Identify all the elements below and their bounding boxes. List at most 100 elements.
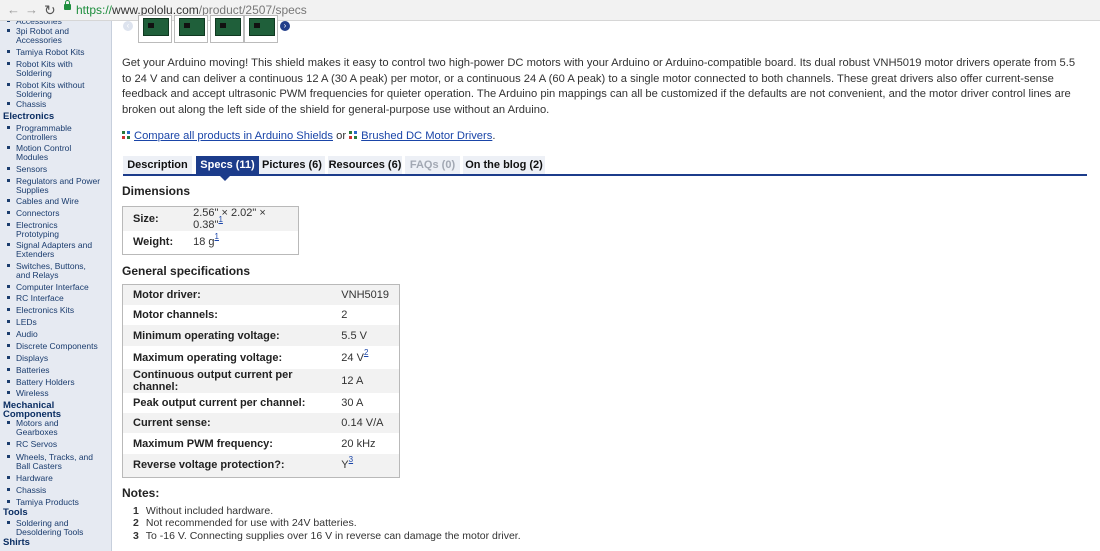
sidebar-item-label: Tamiya Products (16, 497, 79, 507)
bullet-icon (7, 146, 10, 149)
tab-resources[interactable]: Resources (6) (328, 156, 402, 174)
forward-arrow-icon[interactable]: → (25, 2, 38, 18)
bullet-icon (7, 83, 10, 86)
bullet-icon (7, 344, 10, 347)
sidebar-item-label: Cables and Wire (16, 196, 79, 206)
sidebar-item-label: Hardware (16, 473, 53, 483)
bullet-icon (7, 199, 10, 202)
sidebar-item-label: Accessories (16, 21, 62, 26)
footnote-link[interactable]: 1 (218, 215, 222, 224)
spec-value: 20 kHz (341, 437, 376, 450)
bullet-icon (7, 62, 10, 65)
bullet-icon (7, 391, 10, 394)
spec-label: Motor driver: (133, 289, 201, 301)
thumbnail-image[interactable] (244, 15, 278, 43)
note-number: 3 (133, 529, 139, 542)
bullet-icon (7, 243, 10, 246)
dimensions-heading: Dimensions (122, 184, 191, 198)
tab-description[interactable]: Description (123, 156, 192, 174)
note-text: Without included hardware. (145, 505, 274, 517)
compare-or-text: or (336, 130, 347, 142)
compare-period: . (492, 130, 496, 142)
tab-on-the-blog[interactable]: On the blog (2) (463, 156, 545, 174)
bullet-icon (7, 50, 10, 53)
table-row: Size: 2.56" × 2.02" × 0.38"1 (122, 206, 299, 231)
product-thumbnails: ‹ › (123, 15, 293, 43)
tab-pictures[interactable]: Pictures (6) (259, 156, 325, 174)
spec-value: VNH5019 (341, 289, 389, 301)
thumbnail-image[interactable] (138, 15, 172, 43)
sidebar-item-label: Switches, Buttons, and Relays (16, 261, 86, 280)
sidebar-item-label: Robot Kits without Soldering (16, 80, 85, 99)
bullet-icon (7, 211, 10, 214)
bullet-icon (7, 455, 10, 458)
general-specs-table: Motor driver: VNH5019 Motor channels: 2 Mini… (122, 284, 400, 478)
general-specs-heading: General specifications (122, 264, 251, 278)
sidebar-item-label: Discrete Components (16, 341, 98, 351)
spec-label: Maximum operating voltage: (133, 351, 283, 364)
chevron-left-icon[interactable]: ‹ (123, 21, 133, 31)
sidebar-item-label: Displays (16, 353, 49, 363)
thumbnail-image[interactable] (174, 15, 208, 43)
sidebar-item-label: Motion Control Modules (16, 143, 72, 162)
bullet-icon (7, 126, 10, 129)
sidebar-item-label: Chassis (16, 485, 47, 495)
spec-value: 2 (341, 309, 348, 321)
sidebar-heading[interactable]: Electronics (3, 112, 108, 122)
spec-label: Weight: (133, 236, 174, 249)
bullet-icon (7, 179, 10, 182)
dimensions-table: Size: 2.56" × 2.02" × 0.38"1 Weight: 18 … (122, 206, 299, 255)
table-row: Continuous output current per channel: 12… (122, 369, 400, 393)
bullet-icon (7, 29, 10, 32)
bullet-icon (7, 421, 10, 424)
spec-value: 30 A (341, 397, 364, 409)
table-row: Maximum PWM frequency: 20 kHz (122, 433, 400, 454)
sidebar-heading[interactable]: Shirts (3, 538, 108, 548)
sidebar-item-label: Programmable Controllers (16, 123, 72, 142)
spec-value: 18 g1 (193, 232, 219, 249)
spec-label: Minimum operating voltage: (133, 329, 280, 342)
spec-value: 24 V2 (341, 347, 369, 364)
note-number: 1 (133, 505, 139, 517)
bullet-icon (7, 332, 10, 335)
sidebar-item-label: RC Servos (16, 439, 58, 449)
spec-label: Peak output current per channel: (133, 397, 306, 409)
spec-label: Reverse voltage protection?: (133, 459, 285, 472)
brushed-dc-motor-drivers-link[interactable]: Brushed DC Motor Drivers (361, 130, 492, 142)
spec-value: 2.56" × 2.02" × 0.38"1 (193, 207, 266, 231)
table-row: Reverse voltage protection?: Y3 (122, 454, 400, 477)
table-row: Weight: 18 g1 (122, 231, 299, 254)
sidebar-item-label: LEDs (16, 317, 37, 327)
thumbnail-image[interactable] (210, 15, 244, 43)
compare-arduino-shields-link[interactable]: Compare all products in Arduino Shields (134, 130, 333, 142)
tab-faqs[interactable]: FAQs (0) (405, 156, 460, 174)
sidebar-item-label: Audio (16, 329, 38, 339)
sidebar-item-label: Chassis (16, 99, 47, 109)
note-item: 3 To -16 V. Connecting supplies over 16 … (133, 530, 733, 542)
sidebar-item-label: Electronics Kits (16, 305, 75, 315)
back-arrow-icon[interactable]: ← (7, 2, 20, 18)
tab-specs[interactable]: Specs (11) (196, 156, 259, 174)
sidebar-item-label: Robot Kits with Soldering (16, 59, 73, 78)
note-item: 1 Without included hardware. (133, 505, 733, 517)
spec-label: Current sense: (133, 417, 211, 429)
footnote-link[interactable]: 1 (215, 232, 219, 241)
sidebar-item-label: Signal Adapters and Extenders (16, 240, 93, 259)
note-text: To -16 V. Connecting supplies over 16 V … (145, 529, 521, 542)
product-tabs: Description Specs (11) Pictures (6) Reso… (123, 156, 1087, 176)
lock-icon (64, 0, 71, 10)
spec-label: Maximum PWM frequency: (133, 437, 273, 450)
spec-value: 0.14 V/A (341, 417, 384, 429)
sidebar-heading[interactable]: Tools (3, 508, 108, 518)
footnote-link[interactable]: 3 (349, 455, 353, 464)
sidebar-heading[interactable]: Mechanical Components (3, 401, 69, 420)
footnote-link[interactable]: 2 (364, 348, 368, 357)
reload-icon[interactable]: ↻ (44, 2, 56, 18)
bullet-icon (7, 380, 10, 383)
bullet-icon (7, 442, 10, 445)
bullet-icon (7, 223, 10, 226)
table-row: Motor channels: 2 (122, 305, 400, 325)
table-row: Maximum operating voltage: 24 V2 (122, 346, 400, 369)
sidebar-item-label: Connectors (16, 208, 60, 218)
chevron-right-icon[interactable]: › (280, 21, 290, 31)
